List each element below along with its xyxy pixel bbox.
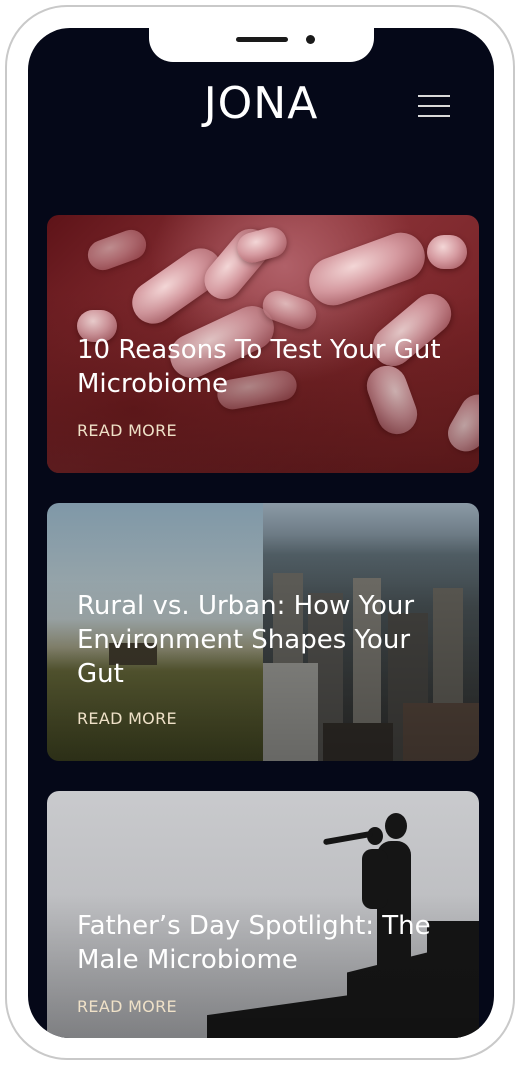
- camera-icon: [306, 35, 315, 44]
- read-more-link[interactable]: READ MORE: [77, 709, 177, 728]
- app-screen: JONA 10 Reasons To Test Your Gut Microbi…: [28, 28, 494, 1038]
- read-more-link[interactable]: READ MORE: [77, 421, 177, 440]
- speaker-grille: [236, 37, 288, 42]
- article-card[interactable]: 10 Reasons To Test Your Gut Microbiome R…: [47, 215, 479, 473]
- article-card[interactable]: Father’s Day Spotlight: The Male Microbi…: [47, 791, 479, 1038]
- article-title[interactable]: Rural vs. Urban: How Your Environment Sh…: [77, 589, 459, 691]
- article-card[interactable]: Rural vs. Urban: How Your Environment Sh…: [47, 503, 479, 761]
- phone-notch: [149, 28, 374, 62]
- hamburger-menu-icon[interactable]: [418, 95, 450, 117]
- article-title[interactable]: 10 Reasons To Test Your Gut Microbiome: [77, 333, 459, 401]
- read-more-link[interactable]: READ MORE: [77, 997, 177, 1016]
- article-title[interactable]: Father’s Day Spotlight: The Male Microbi…: [77, 909, 459, 977]
